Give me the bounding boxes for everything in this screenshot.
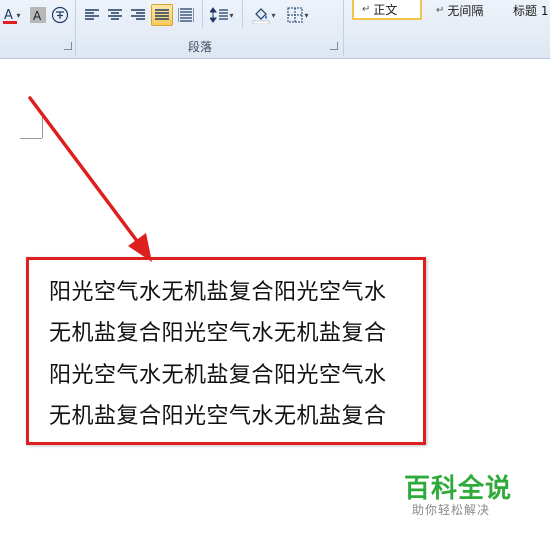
- watermark-title: 百科全说: [404, 474, 513, 504]
- watermark-subtitle: 助你轻松解决: [412, 503, 491, 517]
